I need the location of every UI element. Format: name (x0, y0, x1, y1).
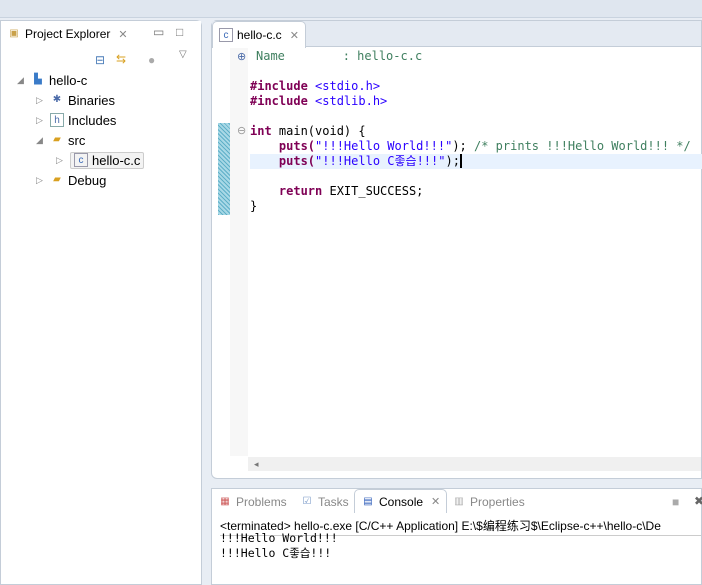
editor-panel: c hello-c.c ✕ ⊕ ⊖ Name : hello-c.c #incl… (211, 20, 702, 479)
code-line: return EXIT_SUCCESS; (250, 184, 424, 198)
tree-item-includes[interactable]: ▷ h Includes (36, 111, 116, 129)
code-line: Name : hello-c.c (256, 49, 423, 63)
tab-properties[interactable]: ▥ Properties (452, 491, 525, 513)
code-editor[interactable]: Name : hello-c.c #include <stdio.h> #inc… (250, 49, 702, 213)
close-icon[interactable]: ✕ (431, 495, 440, 508)
tab-hello-c-c[interactable]: c hello-c.c ✕ (212, 21, 306, 48)
c-file-icon: c (219, 28, 233, 42)
console-output[interactable]: !!!Hello World!!! !!!Hello C좋습!!! (220, 531, 338, 561)
filter-icon[interactable]: ● (148, 53, 155, 67)
annotation-ruler (230, 48, 248, 456)
problems-icon: ▦ (220, 496, 230, 507)
window-top-strip (0, 0, 702, 18)
tab-problems[interactable]: ▦ Problems (218, 491, 287, 513)
view-menu-icon[interactable]: ▽ (179, 49, 187, 60)
minimize-icon[interactable]: ▭ (153, 25, 164, 39)
c-file-icon: c (74, 153, 88, 167)
label: Console (379, 494, 424, 509)
label: Debug (68, 172, 107, 188)
horizontal-scrollbar[interactable]: ◂ (248, 457, 701, 471)
change-ruler (218, 123, 230, 215)
tab-label: Project Explorer (25, 27, 111, 41)
label: hello-c.c (92, 152, 141, 168)
tree-item-hello-c-c[interactable]: ▷ c hello-c.c (56, 151, 145, 169)
code-line: } (250, 199, 258, 213)
label: Binaries (68, 92, 115, 108)
console-icon: ▤ (363, 495, 373, 507)
collapse-icon[interactable]: ⊖ (237, 124, 246, 137)
tab-console[interactable]: ▤ Console ✕ (354, 489, 448, 513)
binaries-icon: ✱ (52, 94, 62, 105)
label: Includes (68, 112, 117, 128)
tab-tasks[interactable]: ☑ Tasks (300, 491, 349, 513)
close-icon[interactable]: ✕ (118, 28, 127, 41)
terminate-icon[interactable]: ■ (672, 495, 679, 509)
bottom-panel: ▦ Problems ☑ Tasks ▤ Console ✕ ▥ Properties ■… (211, 488, 702, 585)
code-line: #include <stdlib.h> (250, 94, 388, 108)
label: Properties (470, 495, 525, 509)
code-line: int main(void) { (250, 124, 366, 138)
folder-icon: ▰ (53, 174, 61, 185)
tree-item-debug[interactable]: ▷ ▰ Debug (36, 171, 106, 189)
code-line: puts("!!!Hello World!!!"); /* prints !!!… (250, 139, 691, 153)
close-icon[interactable]: ✕ (290, 29, 299, 42)
label: Tasks (318, 495, 349, 509)
output-line: !!!Hello C좋습!!! (220, 546, 332, 560)
tree-item-binaries[interactable]: ▷ ✱ Binaries (36, 91, 115, 109)
source-folder-icon: ▰ (53, 134, 61, 145)
label: Problems (236, 495, 287, 509)
tree-item-hello-c[interactable]: ◢ ▙ hello-c (17, 71, 87, 89)
remove-launch-icon[interactable]: ✖ (694, 494, 702, 508)
properties-icon: ▥ (454, 496, 464, 507)
label: src (68, 132, 86, 148)
link-editor-icon[interactable]: ⇆ (116, 52, 126, 66)
label: hello-c (49, 72, 88, 88)
maximize-icon[interactable]: □ (176, 25, 183, 39)
editor-tabbar: c hello-c.c ✕ (212, 21, 701, 48)
tab-project-explorer[interactable]: ▣ Project Explorer ✕ (1, 21, 134, 47)
tab-label: hello-c.c (237, 28, 282, 42)
c-project-icon: ▙ (34, 74, 42, 85)
expand-icon[interactable]: ⊕ (237, 50, 246, 63)
tree-item-src[interactable]: ◢ ▰ src (36, 131, 85, 149)
output-line: !!!Hello World!!! (220, 531, 338, 545)
explorer-tabbar: ▣ Project Explorer ✕ ▭ □ (1, 21, 201, 47)
collapse-all-icon[interactable]: ⊟ (95, 53, 105, 67)
folder-icon: ▣ (9, 28, 19, 39)
code-line: #include <stdio.h> (250, 79, 381, 93)
includes-icon: h (50, 113, 64, 127)
code-line-current: puts("!!!Hello C좋습!!!"); (250, 154, 702, 169)
project-explorer-panel: ▣ Project Explorer ✕ ▭ □ ⊟ ⇆ ● ▽ ◢ ▙ hello… (0, 20, 202, 585)
tasks-icon: ☑ (302, 496, 312, 507)
